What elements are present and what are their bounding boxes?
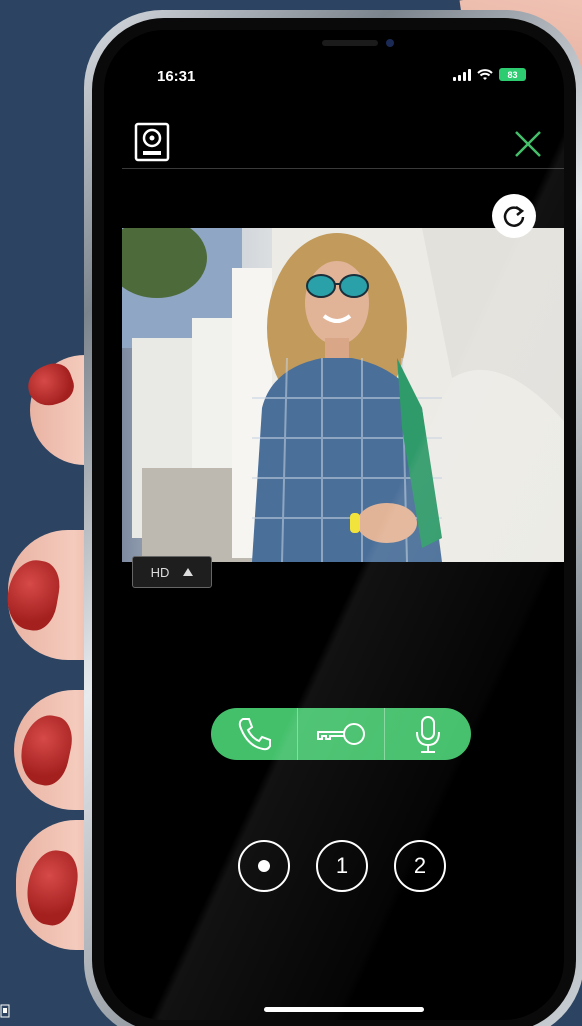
call-button[interactable] [211, 708, 297, 760]
close-icon[interactable] [512, 128, 544, 160]
video-frame-image [122, 228, 564, 562]
microphone-button[interactable] [384, 708, 471, 760]
speaker-grille [322, 40, 378, 46]
battery-level: 83 [507, 69, 518, 80]
phone-icon [238, 718, 271, 751]
video-quality-button[interactable]: HD [132, 556, 212, 588]
video-quality-label: HD [150, 564, 170, 580]
refresh-icon [503, 205, 525, 227]
wifi-icon [477, 68, 493, 80]
camera-selector-group: 1 2 [238, 840, 446, 892]
phone-frame: 16:31 83 HD 1 2 [84, 10, 582, 1026]
header-divider [122, 168, 564, 169]
key-icon [317, 723, 365, 745]
status-icons: 83 [453, 68, 526, 81]
app-screen: 16:31 83 HD 1 2 [104, 30, 564, 1020]
camera-selector-label: 2 [413, 853, 427, 878]
battery-icon: 83 [499, 68, 526, 81]
camera-selector-label: 1 [335, 853, 349, 878]
signal-icon [453, 68, 471, 81]
video-feed[interactable] [122, 228, 564, 562]
status-time: 16:31 [157, 68, 196, 85]
notch [284, 30, 414, 60]
camera-selector-current[interactable] [238, 840, 290, 892]
caret-up-icon [183, 568, 194, 576]
doorbell-camera-icon[interactable] [134, 122, 170, 162]
phone-bezel: 16:31 83 HD 1 2 [92, 18, 576, 1026]
home-indicator[interactable] [264, 1007, 424, 1012]
camera-selector-2[interactable]: 2 [394, 840, 446, 892]
refresh-button[interactable] [492, 194, 536, 238]
unlock-button[interactable] [297, 708, 384, 760]
dot-icon [258, 860, 270, 872]
corner-badge-icon [0, 1004, 10, 1018]
front-camera [386, 39, 394, 47]
action-bar [211, 708, 471, 760]
microphone-icon [416, 716, 440, 753]
camera-selector-1[interactable]: 1 [316, 840, 368, 892]
